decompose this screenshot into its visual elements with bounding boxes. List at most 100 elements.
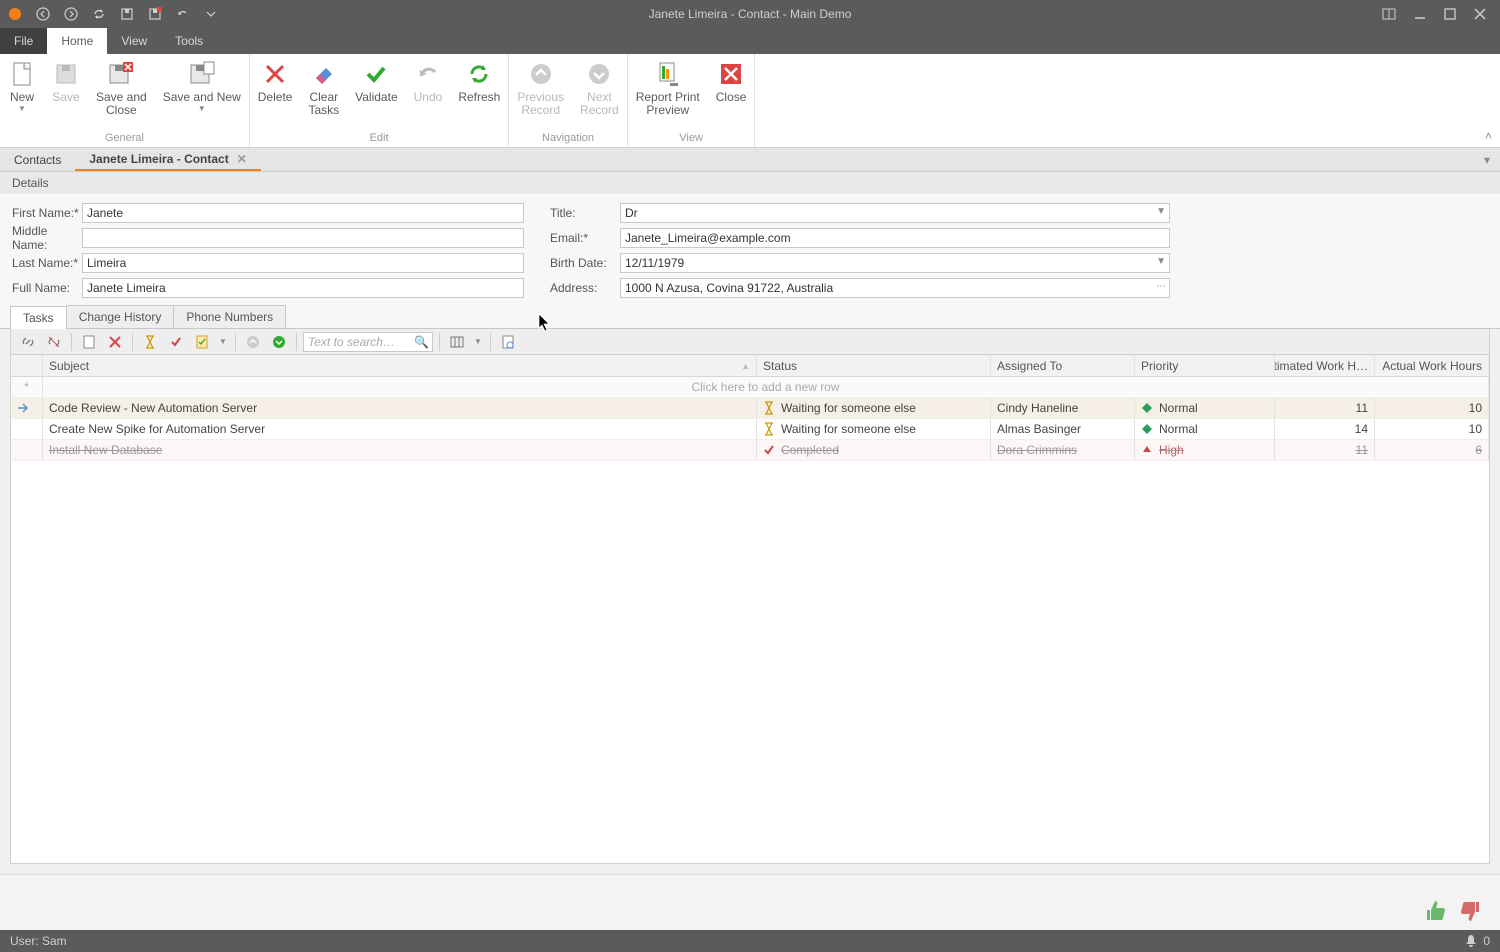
- table-row[interactable]: Code Review - New Automation ServerWaiti…: [11, 398, 1489, 419]
- save-close-icon: [107, 60, 135, 88]
- new-row-icon[interactable]: [78, 332, 100, 352]
- task-check-icon[interactable]: [191, 332, 213, 352]
- next-record-button[interactable]: Next Record: [572, 54, 627, 130]
- label-email: Email:*: [550, 231, 620, 245]
- last-name-input[interactable]: Limeira: [82, 253, 524, 273]
- column-status[interactable]: Status: [757, 355, 991, 376]
- dropdown-small-icon[interactable]: ▼: [217, 332, 229, 352]
- previous-record-button[interactable]: Previous Record: [509, 54, 572, 130]
- first-name-input[interactable]: Janete: [82, 203, 524, 223]
- group-general-label: General: [0, 130, 249, 147]
- chevron-down-icon[interactable]: ▼: [1156, 256, 1166, 267]
- bell-icon[interactable]: [1465, 934, 1477, 948]
- document-tabs: Contacts Janete Limeira - Contact✕ ▾: [0, 148, 1500, 172]
- menu-tab-tools[interactable]: Tools: [161, 28, 217, 54]
- layout-toggle-icon[interactable]: [1382, 8, 1396, 20]
- arrow-up-small-icon[interactable]: [242, 332, 264, 352]
- doc-tab-current[interactable]: Janete Limeira - Contact✕: [75, 148, 260, 171]
- middle-name-input[interactable]: [82, 228, 524, 248]
- validate-button[interactable]: Validate: [347, 54, 405, 130]
- check-small-icon[interactable]: [165, 332, 187, 352]
- qat-undo-icon[interactable]: [172, 3, 194, 25]
- qat-back-icon[interactable]: [32, 3, 54, 25]
- tab-phone-numbers[interactable]: Phone Numbers: [173, 305, 286, 328]
- doc-tab-contacts[interactable]: Contacts: [0, 148, 75, 171]
- menu-tab-home[interactable]: Home: [47, 28, 107, 54]
- app-icon[interactable]: [4, 3, 26, 25]
- grid-new-row[interactable]: * Click here to add a new row: [11, 377, 1489, 398]
- priority-icon: [1141, 444, 1153, 456]
- group-navigation-label: Navigation: [509, 130, 626, 147]
- column-actual[interactable]: Actual Work Hours: [1375, 355, 1489, 376]
- tab-tasks[interactable]: Tasks: [10, 306, 67, 329]
- column-estimated[interactable]: Estimated Work H…: [1275, 355, 1375, 376]
- grid-toolbar: ▼ Text to search…🔍 ▼: [10, 329, 1490, 355]
- refresh-button[interactable]: Refresh: [450, 54, 508, 130]
- link-icon[interactable]: [17, 332, 39, 352]
- new-icon: [8, 60, 36, 88]
- report-print-preview-button[interactable]: Report Print Preview: [628, 54, 708, 130]
- ribbon-collapse-icon[interactable]: ˄: [1485, 129, 1492, 143]
- column-priority[interactable]: Priority: [1135, 355, 1275, 376]
- address-input[interactable]: 1000 N Azusa, Covina 91722, Australia⋯: [620, 278, 1170, 298]
- grid-search-input[interactable]: Text to search…🔍: [303, 332, 433, 352]
- table-row[interactable]: Create New Spike for Automation ServerWa…: [11, 419, 1489, 440]
- save-button[interactable]: Save: [44, 54, 88, 130]
- unlink-icon[interactable]: [43, 332, 65, 352]
- search-icon[interactable]: 🔍: [414, 335, 429, 349]
- status-icon: [763, 423, 775, 435]
- hourglass-icon[interactable]: [139, 332, 161, 352]
- preview-small-icon[interactable]: [497, 332, 519, 352]
- thumbs-down-icon[interactable]: [1458, 898, 1484, 924]
- column-assigned-to[interactable]: Assigned To: [991, 355, 1135, 376]
- delete-icon: [261, 60, 289, 88]
- qat-forward-icon[interactable]: [60, 3, 82, 25]
- qat-save-icon[interactable]: [116, 3, 138, 25]
- thumbs-up-icon[interactable]: [1422, 898, 1448, 924]
- full-name-input[interactable]: Janete Limeira: [82, 278, 524, 298]
- save-close-button[interactable]: Save and Close: [88, 54, 155, 130]
- qat-save-close-icon[interactable]: [144, 3, 166, 25]
- clear-tasks-button[interactable]: Clear Tasks: [300, 54, 347, 130]
- label-first-name: First Name:*: [12, 206, 82, 220]
- close-icon: [717, 60, 745, 88]
- status-icon: [763, 402, 775, 414]
- delete-button[interactable]: Delete: [250, 54, 301, 130]
- save-new-button[interactable]: Save and New▼: [155, 54, 249, 130]
- new-button[interactable]: New▼: [0, 54, 44, 130]
- save-icon: [52, 60, 80, 88]
- undo-icon: [414, 60, 442, 88]
- tab-change-history[interactable]: Change History: [66, 305, 175, 328]
- tab-overflow-icon[interactable]: ▾: [1484, 153, 1490, 167]
- label-middle-name: Middle Name:: [12, 224, 82, 252]
- chevron-down-icon[interactable]: ▼: [1156, 206, 1166, 217]
- columns-icon[interactable]: [446, 332, 468, 352]
- menu-tab-view[interactable]: View: [107, 28, 161, 54]
- menu-tab-file[interactable]: File: [0, 28, 47, 54]
- close-button-ribbon[interactable]: Close: [708, 54, 755, 130]
- status-user: User: Sam: [10, 934, 67, 948]
- qat-refresh-icon[interactable]: [88, 3, 110, 25]
- form-panel: First Name:*Janete Middle Name: Last Nam…: [0, 194, 1500, 305]
- status-icon: [763, 444, 775, 456]
- ellipsis-icon[interactable]: ⋯: [1156, 281, 1166, 292]
- sort-asc-icon: ▲: [741, 361, 750, 371]
- maximize-button[interactable]: [1444, 8, 1456, 20]
- report-icon: [654, 60, 682, 88]
- arrow-up-icon: [527, 60, 555, 88]
- group-view-label: View: [628, 130, 755, 147]
- title-select[interactable]: Dr▼: [620, 203, 1170, 223]
- qat-customize-icon[interactable]: [200, 3, 222, 25]
- column-indicator[interactable]: [11, 355, 43, 376]
- table-row[interactable]: Install New DatabaseCompletedDora Crimmi…: [11, 440, 1489, 461]
- dropdown-small-icon-2[interactable]: ▼: [472, 332, 484, 352]
- undo-button[interactable]: Undo: [406, 54, 451, 130]
- close-button[interactable]: [1474, 8, 1486, 20]
- tab-close-icon[interactable]: ✕: [237, 152, 247, 166]
- minimize-button[interactable]: [1414, 8, 1426, 20]
- delete-row-icon[interactable]: [104, 332, 126, 352]
- birth-date-input[interactable]: 12/11/1979▼: [620, 253, 1170, 273]
- column-subject[interactable]: Subject▲: [43, 355, 757, 376]
- arrow-down-small-icon[interactable]: [268, 332, 290, 352]
- email-input[interactable]: Janete_Limeira@example.com: [620, 228, 1170, 248]
